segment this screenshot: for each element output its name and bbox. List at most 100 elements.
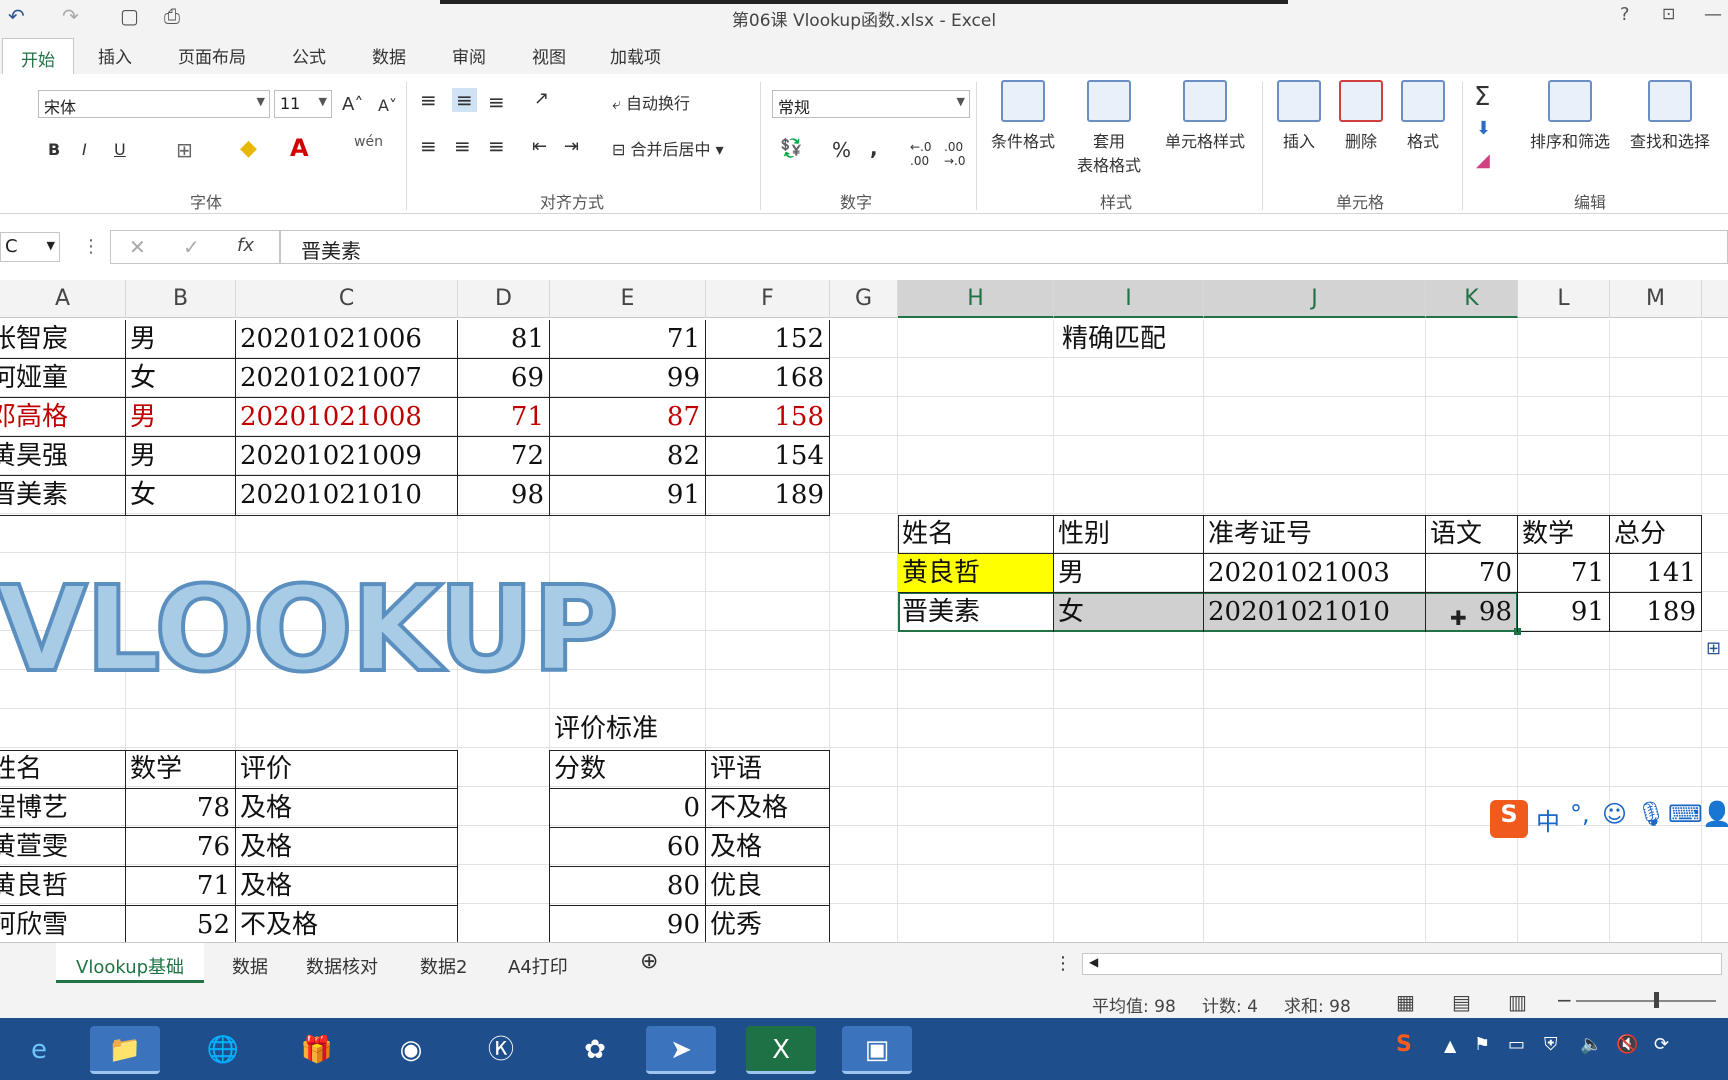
table-cell[interactable]: 20201021008 [236, 398, 458, 436]
page-break-view-icon[interactable]: ▥ [1508, 990, 1527, 1014]
find-select-button[interactable]: 查找和选择 [1622, 80, 1718, 152]
header-cell[interactable]: 准考证号 [1204, 515, 1426, 553]
table-cell[interactable]: 男 [126, 398, 236, 436]
table-cell[interactable]: 程博艺 [0, 789, 124, 827]
video-app-icon[interactable]: ▣ [842, 1026, 912, 1074]
table-cell[interactable]: 71 [458, 398, 550, 436]
network-icon[interactable]: ▭ [1508, 1034, 1525, 1055]
table-cell[interactable]: 152 [706, 320, 830, 358]
sort-filter-button[interactable]: 排序和筛选 [1522, 80, 1618, 152]
header-cell[interactable]: 数学 [1518, 515, 1610, 553]
currency-icon[interactable]: 💱 [780, 138, 802, 159]
tab-page-layout[interactable]: 页面布局 [178, 43, 246, 68]
comma-button[interactable]: , [870, 136, 878, 160]
defender-icon[interactable]: ⛨ [1544, 1034, 1558, 1055]
col-header-k[interactable]: K [1426, 280, 1518, 318]
grow-font-icon[interactable]: A˄ [342, 94, 363, 115]
table-cell[interactable]: 81 [458, 320, 550, 358]
table-cell[interactable]: 70 [1426, 554, 1518, 592]
sogou-icon[interactable]: S [1490, 800, 1528, 838]
tab-formulas[interactable]: 公式 [292, 43, 326, 68]
align-left-icon[interactable]: ≡ [420, 134, 437, 158]
scroll-left-icon[interactable]: ◀ [1089, 955, 1098, 969]
table-cell[interactable]: 黄良哲 [0, 867, 124, 905]
header-cell[interactable]: 性别 [1054, 515, 1204, 553]
table-cell[interactable]: 女 [126, 476, 236, 514]
minimize-icon[interactable]: — [1704, 4, 1722, 25]
tray-expand-icon[interactable]: ▲ [1444, 1036, 1456, 1055]
formula-input[interactable]: 晋美素 [280, 230, 1728, 264]
table-cell[interactable]: 女 [126, 359, 236, 397]
table-cell[interactable]: 20201021006 [236, 320, 458, 358]
col-header-f[interactable]: F [706, 280, 830, 318]
chrome-icon[interactable]: ◉ [376, 1026, 446, 1074]
tab-insert[interactable]: 插入 [98, 43, 132, 68]
user-icon[interactable]: 👤 [1702, 800, 1728, 828]
table-cell[interactable]: 不及格 [236, 906, 458, 944]
mute-icon[interactable]: 🔇 [1616, 1034, 1638, 1055]
autosum-icon[interactable]: Σ [1474, 82, 1490, 112]
table-cell[interactable]: 柯欣雪 [0, 906, 124, 944]
phonetic-icon[interactable]: wén [354, 134, 383, 150]
table-cell[interactable]: 黄萱雯 [0, 828, 124, 866]
add-sheet-icon[interactable]: ⊕ [640, 949, 658, 974]
table-cell[interactable]: 189 [706, 476, 830, 514]
header-cell[interactable]: 分数 [550, 750, 706, 788]
font-size-combo[interactable]: 11 ▼ [274, 90, 332, 118]
col-header-h[interactable]: H [898, 280, 1054, 318]
header-cell[interactable]: 评语 [706, 750, 830, 788]
table-cell[interactable]: 优良 [706, 867, 830, 905]
tray-sogou-icon[interactable]: S [1396, 1032, 1412, 1057]
increase-decimal-icon[interactable]: ←.0.00 [910, 140, 932, 168]
keyboard-icon[interactable]: ⌨ [1668, 800, 1703, 828]
cell-style-button[interactable]: 单元格样式 [1158, 80, 1252, 152]
file-explorer-icon[interactable]: 📁 [90, 1026, 160, 1074]
table-cell[interactable]: 154 [706, 437, 830, 475]
underline-button[interactable]: U [114, 140, 126, 159]
table-cell[interactable]: 及格 [706, 828, 830, 866]
zoom-out-icon[interactable]: − [1556, 988, 1573, 1012]
sheet-tab-a4-print[interactable]: A4打印 [508, 953, 568, 979]
insert-function-icon[interactable]: fx [237, 235, 254, 256]
table-cell[interactable]: 52 [126, 906, 236, 944]
decrease-decimal-icon[interactable]: .00 →.0 [944, 140, 966, 168]
table-cell[interactable]: 20201021009 [236, 437, 458, 475]
tab-review[interactable]: 审阅 [452, 43, 486, 68]
table-cell[interactable]: 男 [126, 437, 236, 475]
table-cell[interactable]: 80 [550, 867, 706, 905]
network-app-icon[interactable]: ✿ [560, 1026, 630, 1074]
font-color-icon[interactable]: A [290, 134, 309, 162]
ime-mode[interactable]: 中 [1536, 802, 1560, 837]
col-header-c[interactable]: C [236, 280, 458, 318]
table-cell[interactable]: 及格 [236, 867, 458, 905]
zoom-slider[interactable] [1576, 1000, 1716, 1002]
fill-icon[interactable]: ⬇ [1476, 118, 1491, 139]
col-header-l[interactable]: L [1518, 280, 1610, 318]
col-header-a[interactable]: A [0, 280, 126, 318]
insert-cells-button[interactable]: 插入 [1272, 80, 1326, 152]
table-cell[interactable]: 91 [550, 476, 706, 514]
table-cell[interactable]: 20201021010 [1204, 593, 1426, 631]
tab-home[interactable]: 开始 [2, 38, 74, 74]
shrink-font-icon[interactable]: A˅ [378, 96, 397, 115]
table-cell[interactable]: 邓高格 [0, 398, 124, 436]
header-cell[interactable]: 数学 [126, 750, 236, 788]
format-as-table-button[interactable]: 套用 表格格式 [1066, 80, 1152, 176]
vlookup-word-art[interactable]: VLOOKUP [0, 558, 621, 700]
table-cell[interactable]: 及格 [236, 828, 458, 866]
table-cell[interactable]: 晋美素 [0, 476, 124, 514]
col-header-j[interactable]: J [1204, 280, 1426, 318]
enter-icon[interactable]: ✓ [183, 235, 200, 259]
name-box[interactable]: C ▼ [0, 232, 60, 262]
orientation-icon[interactable]: ↗ [534, 88, 549, 109]
k-app-icon[interactable]: Ⓚ [466, 1026, 536, 1074]
header-cell[interactable]: 姓名 [898, 515, 1054, 553]
table-cell[interactable]: 优秀 [706, 906, 830, 944]
emoji-icon[interactable]: ☺ [1602, 800, 1627, 828]
col-header-m[interactable]: M [1610, 280, 1702, 318]
table-cell[interactable]: 99 [550, 359, 706, 397]
microphone-icon[interactable]: 🎙 [1636, 800, 1666, 828]
update-icon[interactable]: ⟳ [1654, 1034, 1669, 1055]
col-header-b[interactable]: B [126, 280, 236, 318]
table-cell[interactable]: 不及格 [706, 789, 830, 827]
